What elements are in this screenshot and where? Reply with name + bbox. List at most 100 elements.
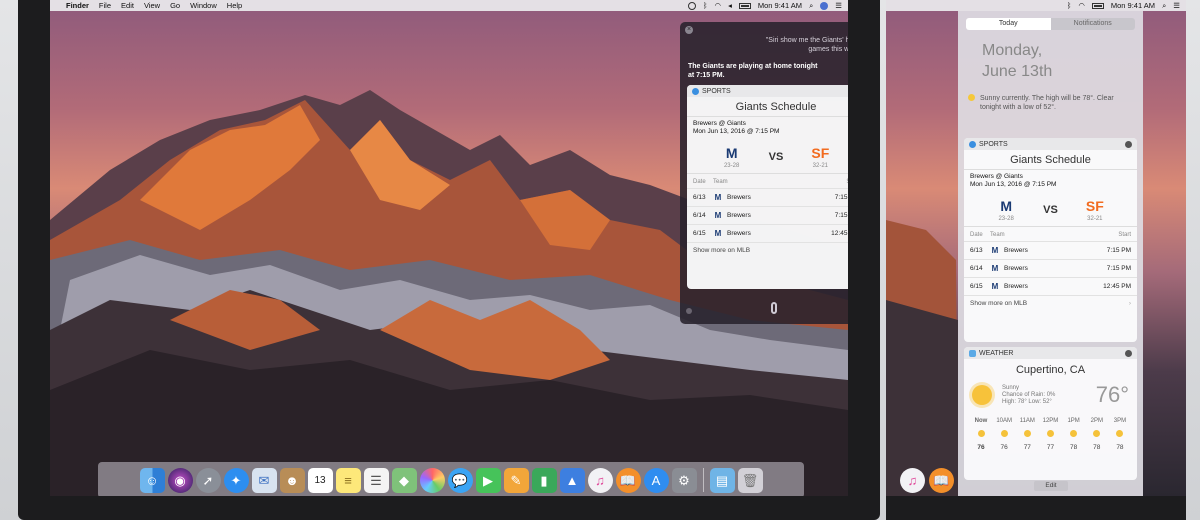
- row-team-name: Brewers: [727, 194, 751, 201]
- nc-tabs: Today Notifications: [966, 18, 1135, 30]
- safari-icon[interactable]: ✦: [223, 467, 249, 493]
- tab-notifications[interactable]: Notifications: [1050, 18, 1135, 30]
- notes-icon[interactable]: ≡: [335, 467, 361, 493]
- siri-settings-icon[interactable]: [686, 308, 692, 314]
- numbers-icon[interactable]: ▮: [531, 467, 557, 493]
- col-team: Team: [990, 232, 1005, 238]
- hour-temp: 77: [1046, 444, 1055, 451]
- trash-icon[interactable]: 🗑: [737, 467, 763, 493]
- photos-icon[interactable]: [419, 467, 445, 493]
- finder-icon[interactable]: ☺: [139, 467, 165, 493]
- battery-icon[interactable]: [1091, 2, 1104, 9]
- card-close-icon[interactable]: [1125, 140, 1132, 148]
- menu-file[interactable]: File: [99, 1, 111, 10]
- keynote-icon[interactable]: ▲: [559, 467, 585, 493]
- siri-close-icon[interactable]: ×: [685, 26, 693, 34]
- row-date: 6/14: [970, 265, 983, 272]
- hour-temp: 77: [1023, 444, 1031, 451]
- siri-menu-icon[interactable]: [820, 1, 829, 10]
- sports-card-nc: SPORTS Giants Schedule Brewers @ Giants …: [964, 138, 1137, 342]
- row-start: 7:15 PM: [1106, 265, 1131, 272]
- wifi-icon[interactable]: ◠: [1078, 1, 1085, 10]
- stage: Finder File Edit View Go Window Help ᛒ ◠…: [0, 0, 1200, 520]
- time-machine-icon[interactable]: [688, 1, 697, 10]
- hour-label: 10AM: [996, 418, 1012, 424]
- schedule-row[interactable]: 6/13 M Brewers 7:15 PM: [687, 188, 848, 206]
- brewers-logo-icon: M: [991, 264, 999, 273]
- pages-icon[interactable]: ✎: [503, 467, 529, 493]
- notification-center-icon[interactable]: ☰: [835, 1, 842, 10]
- mail-icon[interactable]: ✉: [251, 467, 277, 493]
- brewers-logo-icon: M: [991, 246, 999, 255]
- home-team: SF 32-21: [1086, 198, 1104, 222]
- sports-card-header: SPORTS: [687, 85, 848, 97]
- bluetooth-icon[interactable]: ᛒ: [703, 1, 708, 10]
- menu-window[interactable]: Window: [190, 1, 217, 10]
- hour-temp: 78: [1070, 444, 1078, 451]
- bluetooth-icon[interactable]: ᛒ: [1067, 1, 1072, 10]
- vs-label: VS: [768, 151, 784, 163]
- menu-help[interactable]: Help: [227, 1, 242, 10]
- messages-icon[interactable]: 💬: [447, 467, 473, 493]
- tab-today[interactable]: Today: [966, 18, 1051, 30]
- spotlight-icon[interactable]: ⌕: [809, 1, 813, 11]
- row-team-name: Brewers: [727, 230, 751, 237]
- system-prefs-icon[interactable]: ⚙: [671, 467, 697, 493]
- schedule-row[interactable]: 6/15 M Brewers 12:45 PM: [687, 224, 848, 242]
- itunes-icon[interactable]: ♫: [900, 468, 925, 493]
- schedule-row[interactable]: 6/13 M Brewers 7:15 PM: [964, 241, 1137, 259]
- schedule-row[interactable]: 6/14 M Brewers 7:15 PM: [687, 206, 848, 224]
- battery-icon[interactable]: [738, 2, 751, 9]
- row-start: 7:15 PM: [834, 194, 848, 201]
- microphone-icon[interactable]: [771, 302, 777, 314]
- menu-clock[interactable]: Mon 9:41 AM: [1111, 1, 1155, 10]
- spotlight-icon[interactable]: ⌕: [1162, 1, 1166, 11]
- edit-button[interactable]: Edit: [1034, 481, 1068, 491]
- brewers-logo-icon: M: [714, 193, 722, 202]
- home-team: SF 32-21: [811, 145, 829, 169]
- weather-condition: Sunny: [1002, 384, 1020, 391]
- sports-card: SPORTS Giants Schedule Brewers @ Giants …: [687, 85, 848, 289]
- hour-label: 12PM: [1042, 418, 1059, 424]
- hour-label: 3PM: [1113, 418, 1127, 424]
- menu-go[interactable]: Go: [170, 1, 180, 10]
- row-date: 6/15: [970, 283, 983, 290]
- appstore-icon[interactable]: A: [643, 467, 669, 493]
- macbook-left: Finder File Edit View Go Window Help ᛒ ◠…: [18, 0, 880, 520]
- sports-header-label: SPORTS: [979, 140, 1008, 148]
- ibooks-icon[interactable]: 📖: [615, 467, 641, 493]
- weather-now: Sunny Chance of Rain: 0% High: 78° Low: …: [964, 380, 1137, 410]
- row-date: 6/13: [970, 247, 983, 254]
- menu-app-name[interactable]: Finder: [66, 1, 89, 10]
- row-team: M Brewers: [990, 282, 1091, 291]
- row-team: M Brewers: [713, 229, 819, 238]
- reminders-icon[interactable]: ☰: [363, 467, 389, 493]
- menu-view[interactable]: View: [144, 1, 160, 10]
- wifi-icon[interactable]: ◠: [715, 1, 722, 10]
- notification-center: Today Notifications Monday, June 13th Su…: [958, 11, 1143, 496]
- siri-panel: × "Siri show me the Giants' home games t…: [680, 22, 848, 324]
- menu-edit[interactable]: Edit: [121, 1, 134, 10]
- ibooks-icon[interactable]: 📖: [929, 468, 954, 493]
- menu-clock[interactable]: Mon 9:41 AM: [758, 1, 802, 10]
- schedule-row[interactable]: 6/14 M Brewers 7:15 PM: [964, 259, 1137, 277]
- row-date: 6/14: [693, 212, 706, 219]
- row-team: M Brewers: [990, 246, 1091, 255]
- volume-icon[interactable]: ◂: [728, 1, 732, 10]
- weather-hour-temps: 76 76 77 77 78 78 78: [964, 439, 1137, 451]
- calendar-icon[interactable]: 13: [307, 467, 333, 493]
- launchpad-icon[interactable]: ➚: [195, 467, 221, 493]
- schedule-title: Giants Schedule: [964, 150, 1137, 170]
- contacts-icon[interactable]: ☻: [279, 467, 305, 493]
- show-more-link[interactable]: Show more on MLB ›: [687, 242, 848, 258]
- siri-icon[interactable]: ◉: [167, 467, 193, 493]
- maps-icon[interactable]: ◆: [391, 467, 417, 493]
- facetime-icon[interactable]: ▶: [475, 467, 501, 493]
- notification-center-icon[interactable]: ☰: [1173, 1, 1180, 10]
- away-team: M 23-28: [723, 145, 741, 169]
- schedule-row[interactable]: 6/15 M Brewers 12:45 PM: [964, 277, 1137, 295]
- itunes-icon[interactable]: ♫: [587, 467, 613, 493]
- downloads-icon[interactable]: ▤: [709, 467, 735, 493]
- show-more-link[interactable]: Show more on MLB ›: [964, 295, 1137, 311]
- card-close-icon[interactable]: [1125, 349, 1132, 357]
